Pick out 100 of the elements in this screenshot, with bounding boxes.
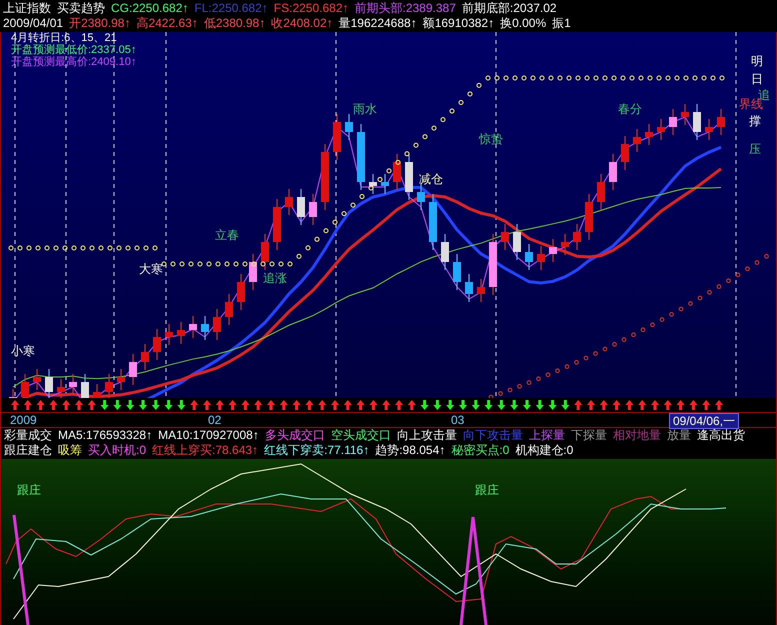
level-label: 明 xyxy=(751,54,763,68)
level-label: 压 xyxy=(749,142,761,156)
candlestick xyxy=(381,174,389,194)
chart-label: 大寒 xyxy=(139,262,163,276)
chart-info-text: 开盘预测最低价:2337.05↑ xyxy=(11,44,136,56)
chart-info-text: 4月转折日:6、15、21 xyxy=(11,32,117,44)
signal-label: 跟庄 xyxy=(17,483,41,497)
indicator-text: 向上攻击量 xyxy=(396,428,457,443)
candlestick xyxy=(477,278,485,302)
candlestick xyxy=(417,184,425,210)
candlestick xyxy=(45,368,53,398)
indicator-text: 相对地量 xyxy=(612,428,661,443)
candlestick xyxy=(213,308,221,340)
candlestick xyxy=(321,144,329,210)
candlestick xyxy=(309,194,317,226)
indicator-text: 买入时机:0 xyxy=(88,443,146,458)
indicator-text: 秘密买点:0 xyxy=(451,443,510,458)
chart-label: 立春 xyxy=(215,228,239,242)
indicator-text: 收2408.02↑ xyxy=(271,16,333,31)
candlestick xyxy=(453,254,461,290)
candlestick xyxy=(393,154,401,190)
indicator-text: 低2380.98↑ xyxy=(204,16,266,31)
indicator-text: CG:2250.682↑ xyxy=(111,1,188,16)
indicator-text: 向下攻击量 xyxy=(462,428,523,443)
candlestick xyxy=(465,274,473,302)
candlestick xyxy=(225,294,233,326)
indicator-text: MA10:170927008↑ xyxy=(158,428,259,443)
candlestick xyxy=(273,198,281,250)
indicator-text: FL:2250.682↑ xyxy=(194,1,268,16)
candlestick xyxy=(249,254,257,290)
indicator-text: 换0.00% xyxy=(500,16,546,31)
indicator-text: 下探量 xyxy=(570,428,607,443)
candlestick xyxy=(81,374,89,398)
candlestick xyxy=(561,234,569,256)
candlestick xyxy=(333,114,341,160)
candlestick xyxy=(501,224,509,250)
indicator-text: 买卖趋势 xyxy=(57,1,105,16)
candlestick xyxy=(237,274,245,310)
indicator-text: 上证指数 xyxy=(3,1,51,16)
indicator-text: 开2380.98↑ xyxy=(69,16,130,31)
chart-label: 惊蛰 xyxy=(479,132,503,146)
chart-label: 减仓 xyxy=(419,172,443,186)
indicator-text: 空头成交口 xyxy=(330,428,391,443)
indicator-text: 上探量 xyxy=(528,428,565,443)
indicator-text: 跟庄建仓 xyxy=(4,443,52,458)
chart-label: 追涨 xyxy=(263,271,287,285)
candlestick xyxy=(285,188,293,216)
candlestick xyxy=(705,118,713,140)
indicator-text: 放量 xyxy=(666,428,691,443)
indicator-text: 红线上穿买:78.643↑ xyxy=(152,443,258,458)
date-tick: 03 xyxy=(450,413,466,427)
candlestick xyxy=(549,238,557,262)
candlestick xyxy=(369,174,377,194)
candlestick xyxy=(261,234,269,270)
indicator-text: FS:2250.682↑ xyxy=(274,1,348,16)
level-label: 撑 xyxy=(749,114,761,128)
indicator-text: 额16910382↑ xyxy=(422,16,494,31)
indicator-text: 前期底部:2037.02 xyxy=(462,1,557,16)
chart-label: 春分 xyxy=(618,102,642,116)
candlestick xyxy=(153,328,161,360)
indicator-text: 量196224688↑ xyxy=(338,16,417,31)
candlestick xyxy=(489,234,497,296)
candlestick xyxy=(189,316,197,338)
candlestick xyxy=(441,234,449,270)
candlestick xyxy=(357,124,365,190)
chart-label: 雨水 xyxy=(353,102,377,116)
indicator-text: 机构建仓:0 xyxy=(515,443,574,458)
chart-label: 小寒 xyxy=(11,344,35,358)
candlestick xyxy=(165,324,173,346)
candlestick xyxy=(93,384,101,398)
date-tick: 02 xyxy=(207,413,222,427)
candlestick xyxy=(597,174,605,210)
indicator-text: 前期头部:2389.387 xyxy=(354,1,456,16)
date-tick: 2009 xyxy=(9,413,38,427)
chart-info-text: 开盘预测最高价:2409.10↑ xyxy=(11,56,136,68)
indicator-text: 多头成交口 xyxy=(264,428,325,443)
candlestick xyxy=(21,374,29,398)
candlestick xyxy=(657,118,665,140)
indicator-text: 吸筹 xyxy=(58,443,82,458)
candlestick xyxy=(693,104,701,140)
candlestick xyxy=(537,246,545,270)
candlestick xyxy=(177,322,185,344)
candlestick xyxy=(585,194,593,240)
indicator-text: 彩量成交 xyxy=(4,428,52,443)
candlestick xyxy=(345,114,353,140)
candlestick xyxy=(105,374,113,398)
candlestick xyxy=(513,224,521,260)
indicator-text: 趋势:98.054↑ xyxy=(375,443,446,458)
candlestick xyxy=(681,104,689,126)
candlestick xyxy=(717,108,725,136)
candlestick xyxy=(57,378,65,398)
indicator-text: 高2422.63↑ xyxy=(136,16,198,31)
candlestick xyxy=(141,344,149,370)
candlestick xyxy=(69,374,77,396)
indicator-text: 振1 xyxy=(552,16,571,31)
level-label: 日 xyxy=(751,72,763,86)
candlestick xyxy=(33,368,41,390)
candlestick xyxy=(621,136,629,170)
candlestick xyxy=(525,244,533,270)
candlestick xyxy=(573,224,581,250)
